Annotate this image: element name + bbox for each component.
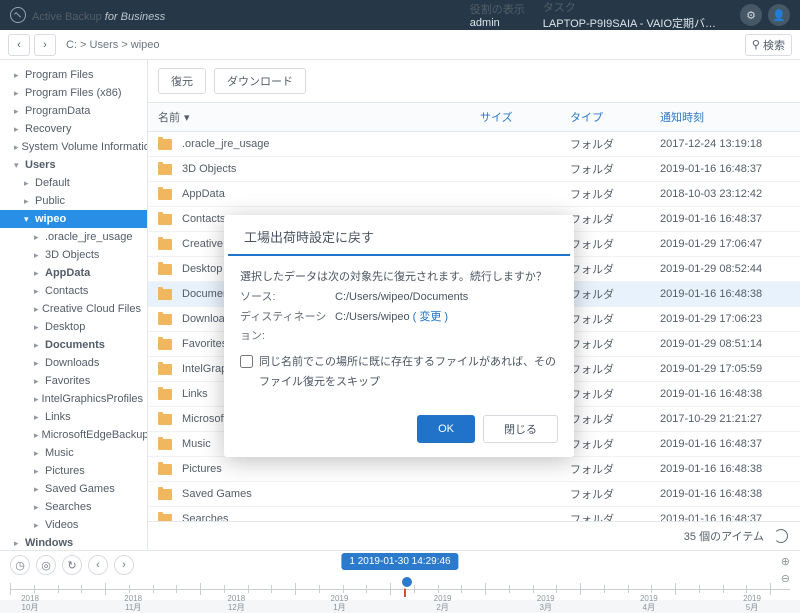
source-row: ソース: C:/Users/wipeo/Documents xyxy=(240,288,558,308)
dialog-message: 選択したデータは次の対象先に復元されます。続行しますか？ xyxy=(240,268,558,288)
skip-existing-checkbox[interactable]: 同じ名前でこの場所に既に存在するファイルがあれば、そのファイル復元をスキップ xyxy=(240,353,558,393)
dialog-title: 工場出荷時設定に戻す xyxy=(228,215,570,256)
change-destination-link[interactable]: ( 変更 ) xyxy=(413,311,448,323)
destination-row: ディスティネーション: C:/Users/wipeo ( 変更 ) xyxy=(240,308,558,348)
close-button[interactable]: 閉じる xyxy=(483,415,558,443)
ok-button[interactable]: OK xyxy=(417,415,475,443)
restore-dialog: 工場出荷時設定に戻す 選択したデータは次の対象先に復元されます。続行しますか？ … xyxy=(224,215,574,457)
